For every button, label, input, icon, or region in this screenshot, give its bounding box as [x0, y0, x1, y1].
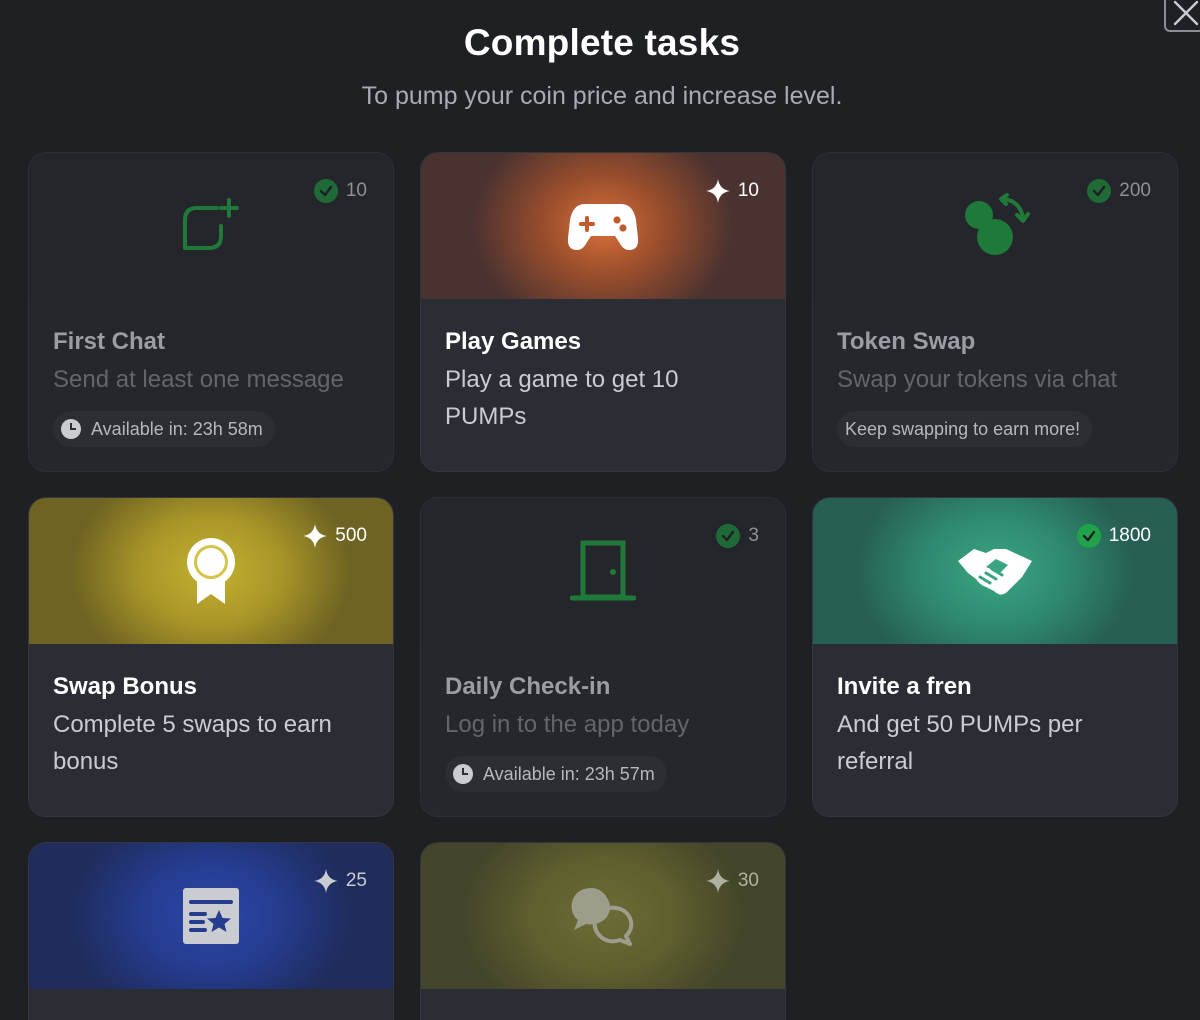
task-card-header: 10 [29, 153, 393, 299]
reward-amount: 10 [345, 180, 367, 201]
task-card-play-games[interactable]: 10 Play Games Play a game to get 10 PUMP… [420, 152, 786, 472]
reward-amount: 25 [345, 870, 367, 891]
swap-note-text: Keep swapping to earn more! [845, 418, 1081, 439]
reward-amount: 500 [335, 525, 367, 546]
task-card-token-swap[interactable]: 200 Token Swap Swap your tokens via chat… [812, 152, 1178, 472]
task-card-header: 25 [29, 843, 393, 989]
handshake-icon [958, 549, 1032, 595]
reward-amount: 200 [1119, 180, 1151, 201]
clock-icon [453, 764, 473, 784]
page-subtitle: To pump your coin price and increase lev… [361, 82, 843, 110]
task-description: And get 50 PUMPs per referral [837, 711, 1083, 775]
gamepad-icon [567, 204, 639, 250]
task-card-chat-bubbles[interactable]: 30 [420, 842, 786, 1020]
task-title: Invite a fren [837, 673, 972, 700]
star-list-icon [183, 888, 239, 944]
task-card-header: 3 [421, 498, 785, 644]
sparkle-icon [705, 869, 730, 893]
reward-amount: 1800 [1108, 525, 1151, 546]
reward-badge: 200 [1087, 179, 1151, 203]
check-icon [716, 524, 741, 548]
task-card-invite-a-fren[interactable]: 1800 Invite a fren And get 50 PUMPs per … [812, 497, 1178, 817]
reward-amount: 10 [737, 180, 759, 201]
task-card-header: 30 [421, 843, 785, 989]
sparkle-icon [313, 869, 338, 893]
task-description: Play a game to get 10 PUMPs [445, 366, 679, 430]
availability-pill: Available in: 23h 58m [53, 411, 275, 447]
swap-coins-icon [965, 193, 1030, 255]
task-card-daily-check-in[interactable]: 3 Daily Check-in Log in to the app today… [420, 497, 786, 817]
task-title: Play Games [445, 328, 582, 355]
reward-badge: 3 [716, 524, 759, 548]
task-card-star-list[interactable]: 25 [28, 842, 394, 1020]
reward-badge: 30 [705, 869, 759, 893]
task-description: Send at least one message [53, 366, 344, 393]
reward-badge: 500 [303, 524, 367, 548]
chat-plus-icon [183, 198, 239, 250]
award-badge-icon [187, 538, 235, 604]
sparkle-icon [705, 179, 730, 203]
reward-badge: 10 [313, 179, 367, 203]
task-description: Complete 5 swaps to earn bonus [53, 711, 332, 775]
check-icon [1076, 524, 1101, 548]
availability-pill: Available in: 23h 57m [445, 756, 667, 792]
door-icon [570, 540, 636, 601]
task-description: Log in to the app today [445, 711, 690, 738]
page-title: Complete tasks [463, 22, 741, 63]
task-title: Token Swap [837, 328, 976, 355]
chat-bubbles-icon [571, 888, 634, 946]
availability-text: Available in: 23h 58m [91, 418, 263, 439]
reward-badge: 1800 [1076, 524, 1151, 548]
task-card-header: 1800 [813, 498, 1177, 644]
reward-badge: 10 [705, 179, 759, 203]
swap-note-pill: Keep swapping to earn more! [837, 411, 1093, 447]
check-icon [313, 179, 338, 203]
reward-badge: 25 [313, 869, 367, 893]
task-card-header: 500 [29, 498, 393, 644]
task-card-header: 200 [813, 153, 1177, 299]
sparkle-icon [303, 524, 328, 548]
task-title: First Chat [53, 328, 166, 355]
task-description: Swap your tokens via chat [837, 366, 1118, 393]
availability-text: Available in: 23h 57m [483, 763, 655, 784]
task-title: Swap Bonus [53, 673, 198, 700]
clock-icon [61, 419, 81, 439]
task-card-header: 10 [421, 153, 785, 299]
task-card-first-chat[interactable]: 10 First Chat Send at least one message … [28, 152, 394, 472]
task-card-swap-bonus[interactable]: 500 Swap Bonus Complete 5 swaps to earn … [28, 497, 394, 817]
task-title: Daily Check-in [445, 673, 611, 700]
reward-amount: 30 [737, 870, 759, 891]
reward-amount: 3 [748, 525, 759, 546]
check-icon [1087, 179, 1112, 203]
